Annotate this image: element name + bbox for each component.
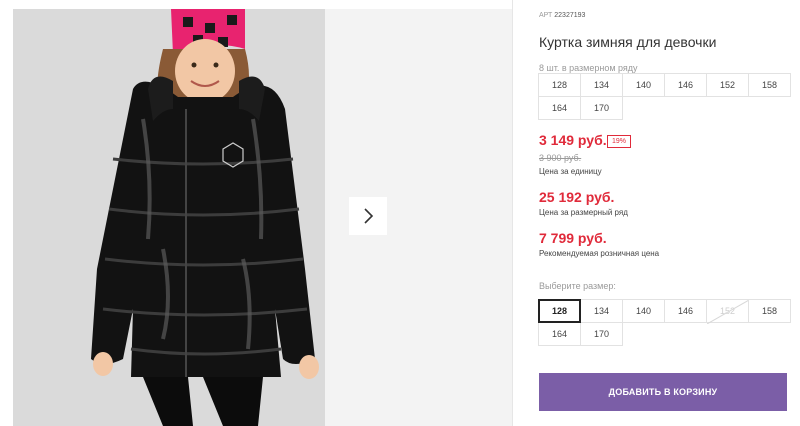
size-option[interactable]: 134: [580, 299, 623, 323]
size-option[interactable]: 158: [748, 299, 791, 323]
pack-size-cell: 158: [748, 73, 791, 97]
retail-price: 7 799 руб.: [539, 230, 607, 246]
column-divider: [512, 0, 513, 426]
article-label: АРТ: [539, 12, 553, 19]
pack-size-cell: 128: [538, 73, 581, 97]
pack-size-cell: 170: [580, 96, 623, 120]
size-option[interactable]: 164: [538, 322, 581, 346]
pack-size-cell: 152: [706, 73, 749, 97]
product-gallery: [0, 0, 512, 426]
retail-price-caption: Рекомендуемая розничная цена: [539, 249, 660, 258]
product-info: АРТ 22327193 Куртка зимняя для девочки 8…: [538, 0, 800, 426]
size-selector: 128 134 140 146 152 158 164 170: [538, 299, 791, 346]
chevron-right-icon: [364, 208, 374, 224]
size-option[interactable]: 140: [622, 299, 665, 323]
add-to-cart-button[interactable]: ДОБАВИТЬ В КОРЗИНУ: [539, 373, 787, 411]
jacket-photo-illustration: [13, 9, 325, 426]
pack-size-cell: 164: [538, 96, 581, 120]
old-price: 3 900 руб.: [539, 153, 582, 163]
next-photo-button[interactable]: [349, 197, 387, 235]
row-price-caption: Цена за размерный ряд: [539, 208, 628, 217]
unavailable-cross-icon: [707, 300, 749, 324]
product-title: Куртка зимняя для девочки: [539, 34, 717, 50]
product-photo[interactable]: [13, 9, 325, 426]
pack-size-cell: 140: [622, 73, 665, 97]
choose-size-caption: Выберите размер:: [539, 281, 616, 291]
row-price: 25 192 руб.: [539, 189, 615, 205]
pack-caption: 8 шт. в размерном ряду: [539, 63, 638, 73]
size-option[interactable]: 128: [538, 299, 581, 323]
article-value: 22327193: [554, 12, 586, 19]
article-number: АРТ 22327193: [539, 12, 585, 19]
pack-size-cell: 146: [664, 73, 707, 97]
size-option-unavailable: 152: [706, 299, 749, 324]
pack-size-cell: 134: [580, 73, 623, 97]
size-option[interactable]: 146: [664, 299, 707, 323]
unit-price: 3 149 руб.: [539, 132, 607, 148]
size-option[interactable]: 170: [580, 322, 623, 346]
unit-price-caption: Цена за единицу: [539, 167, 602, 176]
discount-badge: 19%: [607, 135, 632, 148]
pack-size-grid: 128 134 140 146 152 158 164 170: [538, 73, 791, 120]
